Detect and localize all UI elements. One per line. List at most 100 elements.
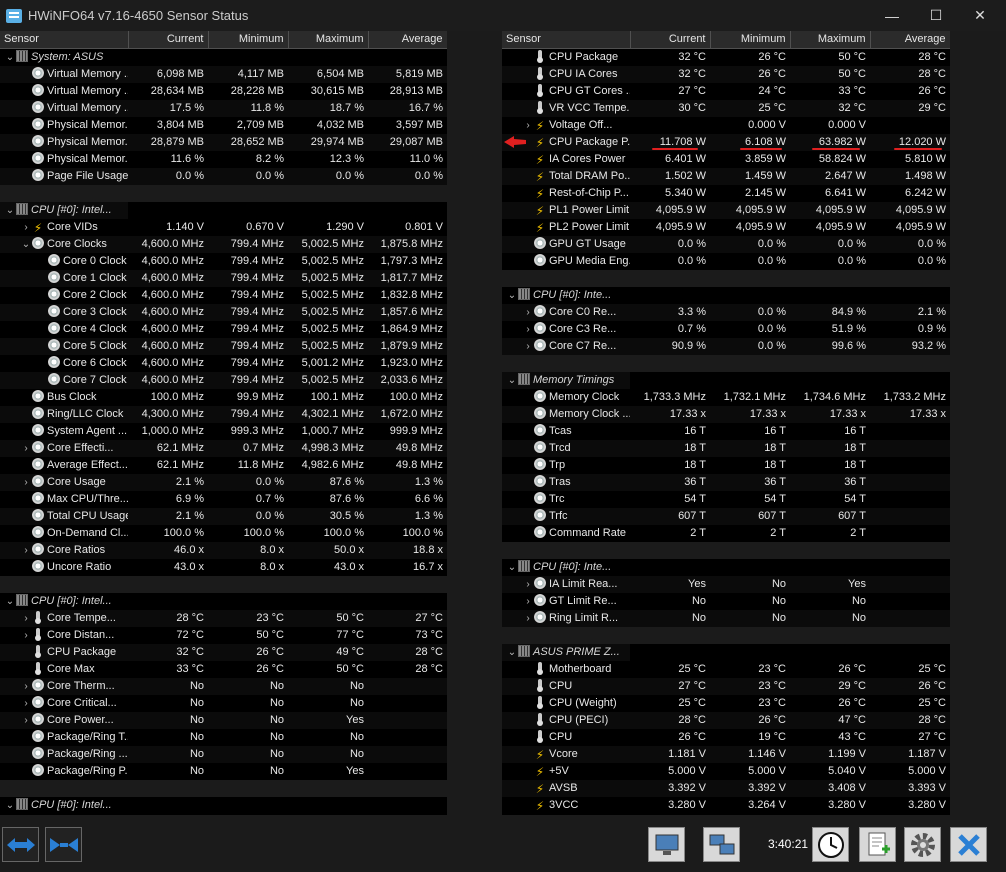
sensor-row[interactable]: › IA Limit Rea... Yes No Yes: [502, 575, 950, 593]
expand-chevron-icon[interactable]: ›: [522, 304, 534, 321]
column-header-maximum[interactable]: Maximum: [288, 31, 369, 49]
sensor-row[interactable]: Motherboard 25 °C 23 °C 26 °C 25 °C: [502, 660, 950, 678]
expand-chevron-icon[interactable]: ›: [522, 338, 534, 355]
sensor-row[interactable]: Package/Ring P... No No Yes: [0, 762, 447, 780]
sensor-row[interactable]: CPU GT Cores ... 27 °C 24 °C 33 °C 26 °C: [502, 82, 950, 100]
sensor-row[interactable]: System Agent ... 1,000.0 MHz 999.3 MHz 1,00…: [0, 422, 447, 440]
sensor-row[interactable]: ⚡ +5V 5.000 V 5.000 V 5.040 V 5.000 V: [502, 762, 950, 780]
sensor-row[interactable]: › Core Effecti... 62.1 MHz 0.7 MHz 4,998.3 M…: [0, 439, 447, 457]
sensor-row[interactable]: Core 2 Clock 4,600.0 MHz 799.4 MHz 5,002.5 …: [0, 286, 447, 304]
sensor-group-row[interactable]: ⌄ Memory Timings: [502, 371, 950, 389]
column-header-current[interactable]: Current: [630, 31, 711, 49]
sensor-row[interactable]: Core 3 Clock 4,600.0 MHz 799.4 MHz 5,002.5 …: [0, 303, 447, 321]
sensor-row[interactable]: ⚡ Rest-of-Chip P... 5.340 W 2.145 W 6.641 W6…: [502, 184, 950, 202]
sensor-row[interactable]: Physical Memor... 3,804 MB 2,709 MB 4,032 M…: [0, 116, 447, 134]
expand-chevron-icon[interactable]: ›: [20, 678, 32, 695]
sensor-row[interactable]: Package/Ring ... No No No: [0, 745, 447, 763]
expand-chevron-icon[interactable]: ›: [522, 593, 534, 610]
sensor-row[interactable]: › ⚡ Core VIDs 1.140 V 0.670 V 1.290 V 0.801 V: [0, 218, 447, 236]
sensor-row[interactable]: Physical Memor... 11.6 % 8.2 % 12.3 % 11.0 %: [0, 150, 447, 168]
sensor-row[interactable]: CPU Package 32 °C 26 °C 49 °C 28 °C: [0, 643, 447, 661]
sensor-row[interactable]: ⚡ Total DRAM Po... 1.502 W 1.459 W 2.647 W 1.…: [502, 167, 950, 185]
column-header-current[interactable]: Current: [128, 31, 209, 49]
sensor-row[interactable]: Physical Memor... 28,879 MB 28,652 MB 29,97…: [0, 133, 447, 151]
maximize-button[interactable]: ☐: [914, 0, 958, 31]
network-button[interactable]: [703, 827, 740, 862]
sensor-row[interactable]: ⚡ AVSB 3.392 V 3.392 V 3.408 V 3.393 V: [502, 779, 950, 797]
sensor-row[interactable]: Core 6 Clock 4,600.0 MHz 799.4 MHz 5,001.2 …: [0, 354, 447, 372]
collapse-chevron-icon[interactable]: ⌄: [4, 593, 16, 610]
sensor-row[interactable]: Max CPU/Thre... 6.9 % 0.7 % 87.6 % 6.6 %: [0, 490, 447, 508]
collapse-chevron-icon[interactable]: ⌄: [506, 644, 518, 661]
sensor-row[interactable]: Average Effect... 62.1 MHz 11.8 MHz 4,982.6…: [0, 456, 447, 474]
sensor-row[interactable]: Trp 18 T 18 T 18 T: [502, 456, 950, 474]
collapse-chevron-icon[interactable]: ⌄: [20, 236, 32, 253]
sensor-row[interactable]: Virtual Memory ... 6,098 MB 4,117 MB 6,504 …: [0, 65, 447, 83]
collapse-chevron-icon[interactable]: ⌄: [4, 202, 16, 219]
clock-reset-button[interactable]: [812, 827, 849, 862]
sensor-row[interactable]: Command Rate 2 T2 T2 T: [502, 524, 950, 542]
sensor-row[interactable]: › Core Tempe... 28 °C 23 °C 50 °C 27 °C: [0, 609, 447, 627]
column-header-minimum[interactable]: Minimum: [208, 31, 289, 49]
right-sensor-table[interactable]: Sensor Current Minimum Maximum Average CPU P…: [502, 31, 950, 815]
sensor-group-row[interactable]: ⌄ ASUS PRIME Z...: [502, 643, 950, 661]
sensor-row[interactable]: › Core C0 Re... 3.3 % 0.0 % 84.9 % 2.1 %: [502, 303, 950, 321]
expand-chevron-icon[interactable]: ›: [522, 321, 534, 338]
collapse-expand-right-button[interactable]: [45, 827, 82, 862]
collapse-expand-left-button[interactable]: [2, 827, 39, 862]
sensor-row[interactable]: › Core Distan... 72 °C 50 °C 77 °C 73 °C: [0, 626, 447, 644]
expand-chevron-icon[interactable]: ›: [20, 695, 32, 712]
collapse-chevron-icon[interactable]: ⌄: [506, 372, 518, 389]
column-header-maximum[interactable]: Maximum: [790, 31, 871, 49]
collapse-chevron-icon[interactable]: ⌄: [4, 797, 16, 814]
sensor-row[interactable]: Core 7 Clock 4,600.0 MHz 799.4 MHz 5,002.5 …: [0, 371, 447, 389]
collapse-chevron-icon[interactable]: ⌄: [506, 287, 518, 304]
sensor-row[interactable]: CPU Package 32 °C 26 °C 50 °C 28 °C: [502, 48, 950, 66]
expand-chevron-icon[interactable]: ›: [522, 576, 534, 593]
close-x-button[interactable]: [950, 827, 987, 862]
sensor-row[interactable]: CPU 27 °C 23 °C 29 °C 26 °C: [502, 677, 950, 695]
expand-chevron-icon[interactable]: ›: [522, 610, 534, 627]
column-header-average[interactable]: Average: [870, 31, 950, 49]
sensor-row[interactable]: CPU (Weight) 25 °C 23 °C 26 °C 25 °C: [502, 694, 950, 712]
sensor-row[interactable]: Trcd 18 T 18 T 18 T: [502, 439, 950, 457]
collapse-chevron-icon[interactable]: ⌄: [506, 559, 518, 576]
sensor-row[interactable]: Core 5 Clock 4,600.0 MHz 799.4 MHz 5,002.5 …: [0, 337, 447, 355]
sensor-group-row[interactable]: ⌄ System: ASUS: [0, 48, 447, 66]
sensor-row[interactable]: ⚡ 3VCC 3.280 V 3.264 V 3.280 V 3.280 V: [502, 796, 950, 814]
expand-chevron-icon[interactable]: ›: [20, 610, 32, 627]
sensor-group-row[interactable]: ⌄ CPU [#0]: Inte...: [502, 558, 950, 576]
minimize-button[interactable]: —: [870, 0, 914, 31]
expand-chevron-icon[interactable]: ›: [20, 627, 32, 644]
sensor-row[interactable]: ⚡ IA Cores Power 6.401 W 3.859 W 58.824 W 5.8…: [502, 150, 950, 168]
sensor-row[interactable]: Core 0 Clock 4,600.0 MHz 799.4 MHz 5,002.5 …: [0, 252, 447, 270]
sensor-row[interactable]: › Core Critical... No No No: [0, 694, 447, 712]
column-header-average[interactable]: Average: [368, 31, 447, 49]
sensor-row[interactable]: Memory Clock 1,733.3 MHz 1,732.1 MHz 1,734.…: [502, 388, 950, 406]
sensor-row[interactable]: › ⚡ Voltage Off... 0.000 V 0.000 V: [502, 116, 950, 134]
sensor-row[interactable]: Total CPU Usage 2.1 % 0.0 % 30.5 % 1.3 %: [0, 507, 447, 525]
sensor-row[interactable]: ⚡ CPU Package P... 11.708 W 6.108 W 63.982 W…: [502, 133, 950, 151]
sensor-row[interactable]: VR VCC Tempe... 30 °C 25 °C 32 °C 29 °C: [502, 99, 950, 117]
sensor-row[interactable]: Tras 36 T 36 T 36 T: [502, 473, 950, 491]
expand-chevron-icon[interactable]: ›: [20, 219, 32, 236]
expand-chevron-icon[interactable]: ›: [20, 474, 32, 491]
sensor-row[interactable]: › Core Therm... No No No: [0, 677, 447, 695]
sensor-row[interactable]: CPU 26 °C 19 °C 43 °C 27 °C: [502, 728, 950, 746]
add-log-button[interactable]: [859, 827, 896, 862]
sensor-row[interactable]: Page File Usage 0.0 % 0.0 % 0.0 % 0.0 %: [0, 167, 447, 185]
collapse-chevron-icon[interactable]: ⌄: [4, 49, 16, 66]
expand-chevron-icon[interactable]: ›: [20, 542, 32, 559]
sensor-row[interactable]: CPU IA Cores 32 °C 26 °C 50 °C 28 °C: [502, 65, 950, 83]
expand-chevron-icon[interactable]: ›: [20, 712, 32, 729]
sensor-row[interactable]: Trfc 607 T 607 T 607 T: [502, 507, 950, 525]
sensor-row[interactable]: Ring/LLC Clock 4,300.0 MHz 799.4 MHz 4,302.…: [0, 405, 447, 423]
column-header-sensor[interactable]: Sensor: [502, 31, 631, 49]
expand-chevron-icon[interactable]: ›: [522, 117, 534, 134]
sensor-row[interactable]: GPU GT Usage 0.0 % 0.0 % 0.0 % 0.0 %: [502, 235, 950, 253]
sensor-row[interactable]: Tcas 16 T 16 T 16 T: [502, 422, 950, 440]
sensor-row[interactable]: ⚡ PL2 Power Limit 4,095.9 W 4,095.9 W 4,095.…: [502, 218, 950, 236]
sensor-row[interactable]: › Ring Limit R... No No No: [502, 609, 950, 627]
sensor-row[interactable]: ⚡ PL1 Power Limit 4,095.9 W 4,095.9 W 4,095.…: [502, 201, 950, 219]
sensor-row[interactable]: Core 4 Clock 4,600.0 MHz 799.4 MHz 5,002.5 …: [0, 320, 447, 338]
